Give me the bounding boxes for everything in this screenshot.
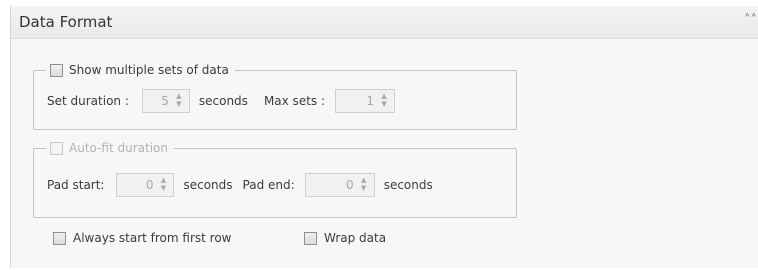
max-sets-spinner[interactable]: 1 ▲ ▼ <box>335 89 396 113</box>
double-chevron-up-icon[interactable]: ˄˄ <box>744 13 757 28</box>
always-start-checkbox[interactable] <box>53 231 66 245</box>
set-duration-spinner[interactable]: 5 ▲ ▼ <box>141 89 190 113</box>
panel-header[interactable]: Data Format ˄˄ <box>11 6 758 39</box>
pad-row: Pad start: 0 ▲ ▼ seconds Pad end: 0 ▲ ▼ se… <box>47 173 433 197</box>
always-start-option[interactable]: Always start from first row <box>53 231 231 245</box>
pad-start-spinner[interactable]: 0 ▲ ▼ <box>116 173 175 197</box>
auto-fit-checkbox[interactable] <box>50 141 63 155</box>
panel-title: Data Format <box>19 13 113 31</box>
spinner-arrows-icon[interactable]: ▲ ▼ <box>380 92 388 108</box>
pad-end-value: 0 <box>346 178 354 192</box>
pad-start-value: 0 <box>145 178 154 192</box>
spinner-arrows-icon[interactable]: ▲ ▼ <box>159 176 167 192</box>
set-duration-value: 5 <box>161 94 169 108</box>
set-duration-seconds-label: seconds <box>198 94 248 108</box>
max-sets-label: Max sets : <box>263 94 326 108</box>
data-format-panel: Data Format ˄˄ Show multiple sets of dat… <box>10 6 758 268</box>
show-multiple-sets-checkbox[interactable] <box>50 63 63 77</box>
wrap-data-option[interactable]: Wrap data <box>304 231 386 245</box>
auto-fit-legend: Auto-fit duration <box>46 140 174 156</box>
always-start-label[interactable]: Always start from first row <box>73 231 231 245</box>
multiple-sets-legend: Show multiple sets of data <box>46 62 235 78</box>
pad-start-seconds-label: seconds <box>183 178 233 192</box>
spinner-arrows-icon[interactable]: ▲ ▼ <box>360 176 368 192</box>
set-duration-label: Set duration : <box>47 94 129 108</box>
max-sets-value: 1 <box>366 94 375 108</box>
spinner-arrows-icon[interactable]: ▲ ▼ <box>175 92 183 108</box>
pad-end-seconds-label: seconds <box>383 178 433 192</box>
auto-fit-label[interactable]: Auto-fit duration <box>69 141 168 155</box>
wrap-data-checkbox[interactable] <box>304 231 317 245</box>
pad-start-label: Pad start: <box>47 178 105 192</box>
pad-end-label: Pad end: <box>242 178 295 192</box>
set-duration-row: Set duration : 5 ▲ ▼ seconds Max sets : 1… <box>47 89 396 113</box>
show-multiple-sets-label[interactable]: Show multiple sets of data <box>69 63 229 77</box>
pad-end-spinner[interactable]: 0 ▲ ▼ <box>304 173 375 197</box>
wrap-data-label[interactable]: Wrap data <box>324 231 386 245</box>
